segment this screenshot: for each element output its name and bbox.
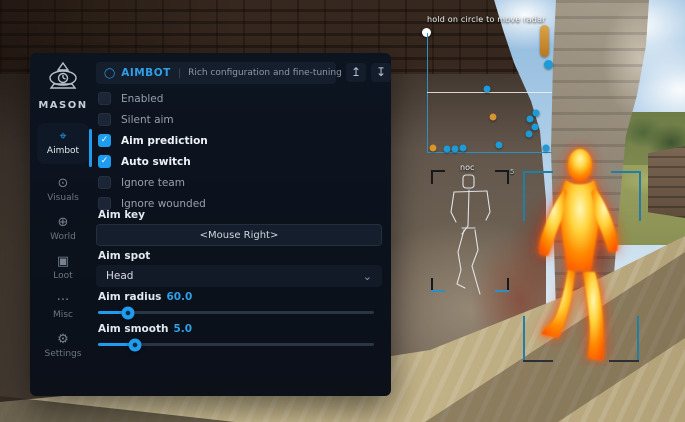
- skeleton-esp: [430, 162, 512, 296]
- upload-icon: ↥: [351, 65, 361, 79]
- check-icon: ✓: [101, 157, 109, 166]
- slider-block: Aim radius 60.0: [98, 291, 374, 314]
- export-config-button[interactable]: ↥: [346, 63, 366, 82]
- sidebar-item-label: Visuals: [47, 193, 79, 203]
- header-divider: |: [178, 68, 181, 79]
- radar-dot: [452, 146, 459, 153]
- active-indicator: [89, 129, 92, 167]
- aim-spot-label: Aim spot: [98, 250, 150, 262]
- aim-spot-value: Head: [106, 270, 133, 282]
- sidebar: MASON ⌖ Aimbot ⊙ Visuals: [30, 53, 96, 396]
- sidebar-item[interactable]: ··· Misc: [37, 294, 89, 320]
- radar-height-bar: [540, 25, 549, 57]
- radar-bar-dot: [544, 60, 553, 69]
- main-content: ◯ AIMBOT | Rich configuration and fine-t…: [96, 53, 382, 396]
- slider-label-row: Aim radius 60.0: [98, 291, 374, 304]
- aim-spot-select[interactable]: Head ⌄: [96, 265, 382, 287]
- radar-dot: [484, 86, 491, 93]
- checkbox[interactable]: ✓: [98, 92, 111, 105]
- slider-track[interactable]: [98, 311, 374, 314]
- cheat-menu-panel: MASON ⌖ Aimbot ⊙ Visuals: [30, 53, 391, 396]
- sidebar-item[interactable]: ⊕ World: [37, 216, 89, 242]
- globe-icon: ⊕: [58, 216, 69, 230]
- radar-left-border: [427, 33, 428, 153]
- check-icon: ✓: [101, 136, 109, 145]
- aim-key-label: Aim key: [98, 209, 145, 221]
- checkbox[interactable]: ✓: [98, 155, 111, 168]
- radar-dot: [430, 145, 437, 152]
- slider-handle[interactable]: [122, 306, 135, 319]
- section-badge-icon: ◯: [104, 68, 115, 79]
- slider-value: 60.0: [166, 291, 192, 303]
- slider-list: Aim radius 60.0 Aim smooth 5.0: [98, 291, 374, 355]
- toggle-label: Auto switch: [121, 156, 191, 168]
- radar-dot: [444, 146, 451, 153]
- sidebar-item-label: Loot: [53, 271, 72, 281]
- toggle-row[interactable]: ✓ Silent aim: [98, 109, 208, 130]
- toggle-row[interactable]: ✓ Ignore team: [98, 172, 208, 193]
- slider-track[interactable]: [98, 343, 374, 346]
- download-icon: ↧: [376, 65, 386, 79]
- sidebar-item[interactable]: ⚙ Settings: [37, 333, 89, 359]
- slider-label: Aim radius: [98, 291, 161, 303]
- chevron-down-icon: ⌄: [363, 270, 372, 283]
- section-subtitle: Rich configuration and fine-tuning: [188, 68, 342, 78]
- checkbox[interactable]: ✓: [98, 176, 111, 189]
- sidebar-items: ⌖ Aimbot ⊙ Visuals ⊕ World: [37, 111, 89, 359]
- slider-label-row: Aim smooth 5.0: [98, 323, 374, 336]
- ruined-wall-right: [648, 146, 685, 218]
- dots-icon: ···: [57, 294, 69, 308]
- sidebar-item-label: Misc: [53, 310, 73, 320]
- crosshair-icon: ⌖: [59, 130, 66, 144]
- game-screen: hold on circle to move radar noc 5: [0, 0, 685, 422]
- toggle-label: Enabled: [121, 93, 163, 105]
- checkbox[interactable]: ✓: [98, 113, 111, 126]
- radar-dot: [532, 124, 539, 131]
- toggle-label: Silent aim: [121, 114, 174, 126]
- section-header: ◯ AIMBOT | Rich configuration and fine-t…: [96, 62, 336, 84]
- section-title: AIMBOT: [121, 67, 171, 79]
- radar-dot: [496, 142, 503, 149]
- toggle-row[interactable]: ✓ Enabled: [98, 88, 208, 109]
- toggle-row[interactable]: ✓ Aim prediction: [98, 130, 208, 151]
- slider-label: Aim smooth: [98, 323, 168, 335]
- slider-handle[interactable]: [129, 338, 142, 351]
- sidebar-item-label: World: [50, 232, 76, 242]
- slider-value: 5.0: [173, 323, 192, 335]
- radar-dot: [490, 114, 497, 121]
- radar-dot: [526, 131, 533, 138]
- sidebar-item[interactable]: ⌖ Aimbot: [37, 123, 89, 164]
- radar-dot: [533, 110, 540, 117]
- radar-hint-text: hold on circle to move radar: [427, 15, 546, 24]
- toggle-label: Aim prediction: [121, 135, 208, 147]
- sidebar-item-label: Aimbot: [47, 146, 79, 156]
- brand-name: MASON: [38, 100, 87, 111]
- eye-icon: ⊙: [58, 177, 69, 191]
- gear-icon: ⚙: [57, 333, 69, 347]
- radar-center-line: [427, 92, 552, 93]
- sidebar-item[interactable]: ▣ Loot: [37, 255, 89, 281]
- checkbox[interactable]: ✓: [98, 134, 111, 147]
- slider-block: Aim smooth 5.0: [98, 323, 374, 346]
- import-config-button[interactable]: ↧: [371, 63, 391, 82]
- aim-key-button[interactable]: <Mouse Right>: [96, 224, 382, 246]
- crate-icon: ▣: [57, 255, 69, 269]
- sidebar-item-label: Settings: [45, 349, 82, 359]
- radar-dot: [460, 145, 467, 152]
- sidebar-item[interactable]: ⊙ Visuals: [37, 177, 89, 203]
- toggle-label: Ignore wounded: [121, 198, 206, 210]
- toggle-list: ✓ Enabled ✓ Silent aim ✓: [98, 88, 208, 214]
- toggle-row[interactable]: ✓ Auto switch: [98, 151, 208, 172]
- radar-dot: [527, 116, 534, 123]
- toggle-label: Ignore team: [121, 177, 185, 189]
- mason-logo-icon: [42, 61, 84, 97]
